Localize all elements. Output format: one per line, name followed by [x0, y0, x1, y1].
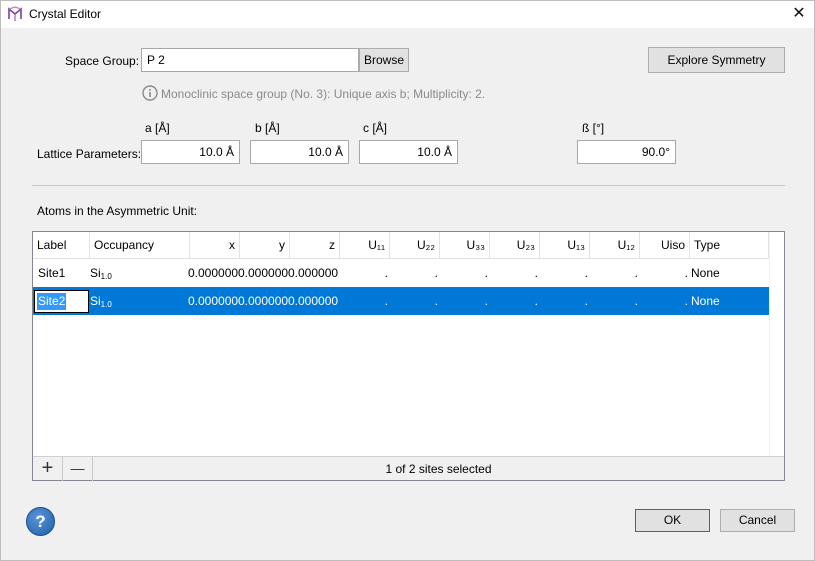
- cell-u13[interactable]: .: [540, 259, 588, 287]
- col-u22[interactable]: U₂₂: [390, 232, 440, 259]
- close-icon: ✕: [792, 5, 806, 22]
- atoms-table: Label Occupancy x y z U₁₁ U₂₂ U₃₃ U₂₃ U₁…: [32, 231, 785, 481]
- cell-u22[interactable]: .: [390, 287, 438, 315]
- explore-symmetry-button[interactable]: Explore Symmetry: [648, 47, 785, 73]
- cell-type[interactable]: None: [691, 287, 720, 315]
- col-label[interactable]: Label: [33, 232, 90, 259]
- crystal-app-icon: [8, 6, 22, 21]
- lattice-c-input[interactable]: 10.0 Å: [359, 140, 458, 164]
- space-group-label: Space Group:: [65, 54, 140, 68]
- help-icon: ?: [35, 512, 46, 531]
- minus-icon: —: [70, 460, 85, 476]
- col-u13[interactable]: U₁₃: [540, 232, 590, 259]
- cell-u23[interactable]: .: [490, 287, 538, 315]
- atoms-section-label: Atoms in the Asymmetric Unit:: [37, 204, 198, 218]
- title-bar: Crystal Editor ✕: [1, 1, 814, 28]
- add-site-button[interactable]: +: [33, 457, 63, 481]
- occupancy-element: Si: [90, 266, 101, 280]
- col-z[interactable]: z: [290, 232, 340, 259]
- selection-status: 1 of 2 sites selected: [385, 462, 492, 476]
- cell-label-editor[interactable]: Site2: [34, 290, 89, 313]
- cell-u11[interactable]: .: [340, 287, 388, 315]
- cell-z[interactable]: 0.000000: [288, 259, 338, 287]
- remove-site-button[interactable]: —: [63, 457, 93, 481]
- occupancy-value: 1.0: [100, 272, 112, 281]
- cell-y[interactable]: 0.000000: [238, 287, 288, 315]
- cell-u33[interactable]: .: [440, 287, 488, 315]
- lattice-c-header: c [Å]: [363, 121, 388, 135]
- table-row[interactable]: Site1 Si1.0 0.000000 0.000000 0.000000 .…: [33, 259, 769, 287]
- col-x[interactable]: x: [190, 232, 240, 259]
- help-button[interactable]: ?: [26, 507, 55, 536]
- cell-u12[interactable]: .: [590, 287, 638, 315]
- cancel-button[interactable]: Cancel: [720, 509, 795, 532]
- close-button[interactable]: ✕: [786, 3, 812, 25]
- section-divider: [32, 185, 785, 186]
- lattice-beta-header: ß [°]: [582, 121, 605, 135]
- table-scrollbar[interactable]: [769, 232, 784, 456]
- lattice-a-input[interactable]: 10.0 Å: [141, 140, 240, 164]
- cell-u11[interactable]: .: [340, 259, 388, 287]
- col-uiso[interactable]: Uiso: [640, 232, 690, 259]
- info-icon: [142, 85, 158, 101]
- atoms-table-header: Label Occupancy x y z U₁₁ U₂₂ U₃₃ U₂₃ U₁…: [33, 232, 769, 259]
- space-group-info: Monoclinic space group (No. 3): Unique a…: [161, 87, 486, 101]
- cell-u33[interactable]: .: [440, 259, 488, 287]
- cell-type[interactable]: None: [691, 259, 720, 287]
- table-row-selected[interactable]: Site2 Si1.0 0.000000 0.000000 0.000000 .…: [33, 287, 769, 315]
- col-u33[interactable]: U₃₃: [440, 232, 490, 259]
- cell-uiso[interactable]: .: [640, 287, 688, 315]
- atoms-table-footer: + — 1 of 2 sites selected: [33, 456, 784, 481]
- cell-label[interactable]: Site1: [38, 259, 65, 287]
- col-occupancy[interactable]: Occupancy: [90, 232, 190, 259]
- cell-x[interactable]: 0.000000: [188, 287, 238, 315]
- lattice-a-header: a [Å]: [145, 121, 170, 135]
- cell-x[interactable]: 0.000000: [188, 259, 238, 287]
- occupancy-element: Si: [90, 294, 101, 308]
- cell-label-selected-text: Site2: [37, 293, 67, 310]
- cell-y[interactable]: 0.000000: [238, 259, 288, 287]
- lattice-b-header: b [Å]: [255, 121, 280, 135]
- ok-button[interactable]: OK: [635, 509, 710, 532]
- plus-icon: +: [41, 457, 54, 479]
- cell-occupancy[interactable]: Si1.0: [90, 287, 112, 315]
- col-u12[interactable]: U₁₂: [590, 232, 640, 259]
- col-u11[interactable]: U₁₁: [340, 232, 390, 259]
- occupancy-value: 1.0: [100, 300, 112, 309]
- lattice-b-input[interactable]: 10.0 Å: [250, 140, 349, 164]
- col-u23[interactable]: U₂₃: [490, 232, 540, 259]
- window-title: Crystal Editor: [29, 7, 102, 21]
- cell-u23[interactable]: .: [490, 259, 538, 287]
- lattice-parameters-label: Lattice Parameters:: [37, 147, 142, 161]
- cell-u12[interactable]: .: [590, 259, 638, 287]
- browse-button[interactable]: Browse: [359, 48, 409, 72]
- col-y[interactable]: y: [240, 232, 290, 259]
- lattice-beta-input[interactable]: 90.0°: [577, 140, 676, 164]
- crystal-editor-window: Crystal Editor ✕ Space Group: P 2 Browse…: [0, 0, 815, 561]
- cell-occupancy[interactable]: Si1.0: [90, 259, 112, 287]
- cell-uiso[interactable]: .: [640, 259, 688, 287]
- space-group-input[interactable]: P 2: [141, 48, 359, 72]
- cell-u13[interactable]: .: [540, 287, 588, 315]
- cell-u22[interactable]: .: [390, 259, 438, 287]
- cell-z[interactable]: 0.000000: [288, 287, 338, 315]
- col-type[interactable]: Type: [690, 232, 769, 259]
